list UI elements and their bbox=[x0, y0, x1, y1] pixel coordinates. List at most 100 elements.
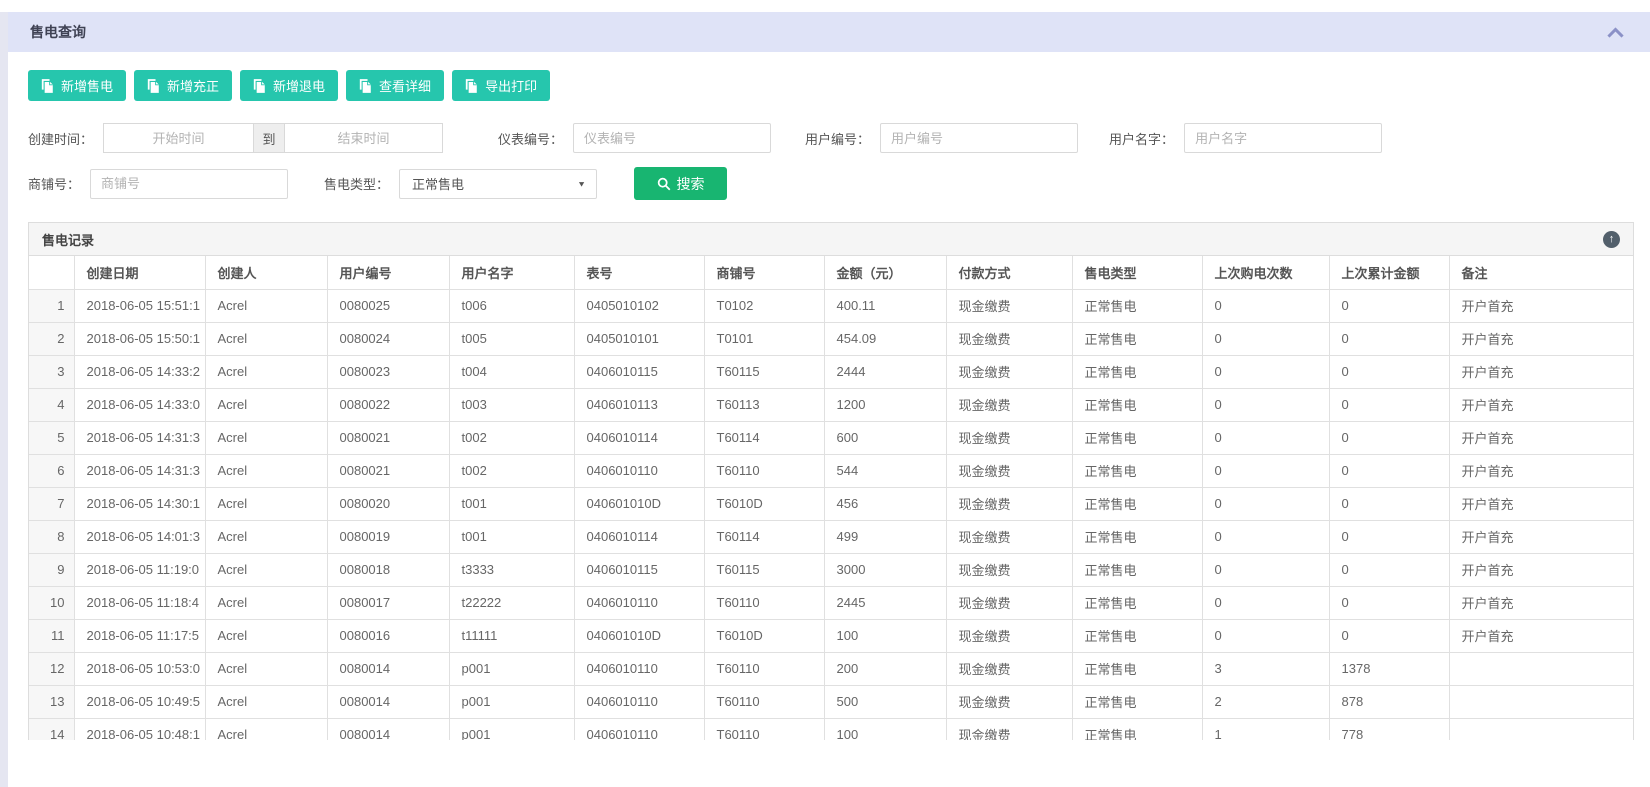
toolbar-button[interactable]: 新增充正 bbox=[134, 70, 232, 101]
table-row[interactable]: 32018-06-05 14:33:2Acrel0080023t00404060… bbox=[29, 355, 1633, 388]
row-index: 3 bbox=[29, 355, 74, 388]
table-cell: 0080025 bbox=[327, 289, 449, 322]
table-cell: Acrel bbox=[205, 685, 327, 718]
table-row[interactable]: 112018-06-05 11:17:5Acrel0080016t1111104… bbox=[29, 619, 1633, 652]
table-cell: T60110 bbox=[704, 718, 824, 740]
column-header: 创建日期 bbox=[74, 256, 205, 289]
table-row[interactable]: 72018-06-05 14:30:1Acrel0080020t00104060… bbox=[29, 487, 1633, 520]
table-cell: 正常售电 bbox=[1072, 520, 1202, 553]
table-cell: 开户首充 bbox=[1449, 619, 1633, 652]
user-no-input[interactable] bbox=[880, 123, 1078, 153]
row-index: 8 bbox=[29, 520, 74, 553]
toolbar-button-label: 新增退电 bbox=[273, 76, 325, 95]
table-cell: 正常售电 bbox=[1072, 553, 1202, 586]
table-row[interactable]: 52018-06-05 14:31:3Acrel0080021t00204060… bbox=[29, 421, 1633, 454]
table-cell: t003 bbox=[449, 388, 574, 421]
table-cell: 正常售电 bbox=[1072, 322, 1202, 355]
table-cell: 0406010115 bbox=[574, 355, 704, 388]
table-cell: t005 bbox=[449, 322, 574, 355]
copy-icon bbox=[359, 79, 372, 93]
date-to-separator: 到 bbox=[253, 123, 285, 153]
shop-no-input[interactable] bbox=[90, 169, 288, 199]
table-row[interactable]: 12018-06-05 15:51:1Acrel0080025t00604050… bbox=[29, 289, 1633, 322]
end-time-input[interactable] bbox=[285, 123, 443, 153]
table-row[interactable]: 22018-06-05 15:50:1Acrel0080024t00504050… bbox=[29, 322, 1633, 355]
title-bar: 售电查询 bbox=[8, 12, 1650, 52]
table-cell: Acrel bbox=[205, 454, 327, 487]
records-table: 创建日期创建人用户编号用户名字表号商铺号金额（元）付款方式售电类型上次购电次数上… bbox=[29, 256, 1633, 740]
table-cell: 0 bbox=[1202, 586, 1329, 619]
user-name-input[interactable] bbox=[1184, 123, 1382, 153]
table-cell: 878 bbox=[1329, 685, 1449, 718]
table-cell: 0 bbox=[1202, 289, 1329, 322]
filters: 创建时间： 到 仪表编号： 用户编号： 用户名字： 商铺号： 售电类型： 正常售… bbox=[28, 123, 1634, 200]
table-cell: 2018-06-05 14:33:0 bbox=[74, 388, 205, 421]
date-range-group: 到 bbox=[103, 123, 443, 153]
table-cell: 现金缴费 bbox=[946, 454, 1072, 487]
table-row[interactable]: 122018-06-05 10:53:0Acrel0080014p0010406… bbox=[29, 652, 1633, 685]
table-cell: 0 bbox=[1202, 322, 1329, 355]
row-index: 5 bbox=[29, 421, 74, 454]
toolbar-button[interactable]: 新增售电 bbox=[28, 70, 126, 101]
table-cell: 0 bbox=[1329, 619, 1449, 652]
table-cell: 2018-06-05 14:31:3 bbox=[74, 421, 205, 454]
arrow-up-circle-icon[interactable]: ↑ bbox=[1603, 231, 1620, 248]
toolbar-button[interactable]: 新增退电 bbox=[240, 70, 338, 101]
table-cell: Acrel bbox=[205, 652, 327, 685]
table-cell: 0 bbox=[1202, 421, 1329, 454]
table-cell: 现金缴费 bbox=[946, 718, 1072, 740]
records-panel: 售电记录 ↑ 创建日期创建人用户编号用户名字表号商铺号金额（元）付款方式售电类型… bbox=[28, 222, 1634, 740]
table-cell: 现金缴费 bbox=[946, 553, 1072, 586]
table-cell: p001 bbox=[449, 718, 574, 740]
table-row[interactable]: 142018-06-05 10:48:1Acrel0080014p0010406… bbox=[29, 718, 1633, 740]
toolbar-button[interactable]: 导出打印 bbox=[452, 70, 550, 101]
search-button-label: 搜索 bbox=[677, 174, 705, 194]
toolbar-button-label: 新增充正 bbox=[167, 76, 219, 95]
table-cell: 正常售电 bbox=[1072, 652, 1202, 685]
table-cell: 0 bbox=[1202, 619, 1329, 652]
table-cell: 040601010D bbox=[574, 487, 704, 520]
table-cell: 2018-06-05 10:53:0 bbox=[74, 652, 205, 685]
table-cell: p001 bbox=[449, 652, 574, 685]
table-cell: 开户首充 bbox=[1449, 322, 1633, 355]
table-cell: 0406010110 bbox=[574, 454, 704, 487]
table-cell: 0 bbox=[1329, 289, 1449, 322]
table-cell: 现金缴费 bbox=[946, 388, 1072, 421]
table-row[interactable]: 102018-06-05 11:18:4Acrel0080017t2222204… bbox=[29, 586, 1633, 619]
table-cell: 778 bbox=[1329, 718, 1449, 740]
row-index: 12 bbox=[29, 652, 74, 685]
table-cell: 正常售电 bbox=[1072, 388, 1202, 421]
row-index: 1 bbox=[29, 289, 74, 322]
row-index: 7 bbox=[29, 487, 74, 520]
sale-type-select[interactable]: 正常售电 ▼ bbox=[399, 169, 597, 199]
table-row[interactable]: 42018-06-05 14:33:0Acrel0080022t00304060… bbox=[29, 388, 1633, 421]
table-cell: 2018-06-05 15:51:1 bbox=[74, 289, 205, 322]
table-cell: 现金缴费 bbox=[946, 289, 1072, 322]
table-row[interactable]: 92018-06-05 11:19:0Acrel0080018t33330406… bbox=[29, 553, 1633, 586]
copy-icon bbox=[465, 79, 478, 93]
start-time-input[interactable] bbox=[103, 123, 253, 153]
table-row[interactable]: 62018-06-05 14:31:3Acrel0080021t00204060… bbox=[29, 454, 1633, 487]
column-header: 上次购电次数 bbox=[1202, 256, 1329, 289]
toolbar-button[interactable]: 查看详细 bbox=[346, 70, 444, 101]
search-icon bbox=[657, 177, 671, 191]
row-index: 6 bbox=[29, 454, 74, 487]
table-cell: 2018-06-05 14:30:1 bbox=[74, 487, 205, 520]
table-cell: T6010D bbox=[704, 619, 824, 652]
table-cell: 200 bbox=[824, 652, 946, 685]
table-row[interactable]: 82018-06-05 14:01:3Acrel0080019t00104060… bbox=[29, 520, 1633, 553]
table-cell: 0 bbox=[1329, 322, 1449, 355]
meter-no-input[interactable] bbox=[573, 123, 771, 153]
table-cell: Acrel bbox=[205, 718, 327, 740]
column-header: 表号 bbox=[574, 256, 704, 289]
table-cell: 0406010110 bbox=[574, 586, 704, 619]
table-row[interactable]: 132018-06-05 10:49:5Acrel0080014p0010406… bbox=[29, 685, 1633, 718]
table-cell: 2018-06-05 11:18:4 bbox=[74, 586, 205, 619]
table-cell: 0 bbox=[1202, 487, 1329, 520]
sale-type-selected-value: 正常售电 bbox=[412, 174, 464, 193]
table-cell: t006 bbox=[449, 289, 574, 322]
table-cell: 正常售电 bbox=[1072, 454, 1202, 487]
row-index: 10 bbox=[29, 586, 74, 619]
chevron-up-icon[interactable] bbox=[1607, 27, 1624, 38]
search-button[interactable]: 搜索 bbox=[634, 167, 727, 200]
